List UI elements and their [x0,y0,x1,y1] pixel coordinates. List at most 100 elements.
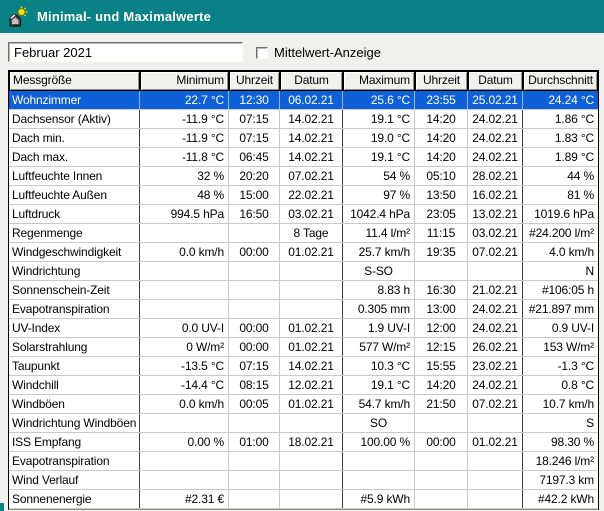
mittelwert-checkbox-row[interactable]: Mittelwert-Anzeige [256,45,381,60]
cell-5-7: 81 % [567,188,594,202]
table-row-19[interactable]: Evapotranspiration 18.246 l/m² [9,452,598,471]
cell-1-6: 24.02.21 [468,110,523,128]
table-row-8[interactable]: Windgeschwindigkeit 0.0 km/h 00:00 01.02.21… [9,243,598,262]
column-header-datum-6[interactable]: Datum [469,72,522,90]
column-header-uhrzeit-5[interactable]: Uhrzeit [416,72,467,90]
cell-0-7: 24.24 °C [548,93,594,107]
cell-19-1 [140,452,229,470]
cell-21-5 [415,490,468,508]
cell-2-4: 19.0 °C [343,129,415,147]
cell-3-7: 1.89 °C [554,150,594,164]
column-header-uhrzeit-2[interactable]: Uhrzeit [230,72,279,90]
cell-0-3: 06.02.21 [280,91,343,109]
cell-15-7: 0.8 °C [561,378,594,392]
minmax-window: Minimal- und Maximalwerte Mittelwert-Anz… [0,0,604,511]
table-row-20[interactable]: Wind Verlauf 7197.3 km [9,471,598,490]
cell-4-6: 28.02.21 [468,167,523,185]
cell-10-7: #106:05 h [541,283,594,297]
cell-13-5: 12:15 [415,338,468,356]
cell-10-1 [140,281,229,299]
cell-11-4: 0.305 mm [343,300,415,318]
cell-11-0: Evapotranspiration [9,300,140,318]
cell-4-7: 44 % [567,169,594,183]
cell-6-4: 1042.4 hPa [343,205,415,223]
cell-7-7: #24.200 l/m² [529,226,594,240]
table-row-14[interactable]: Taupunkt -13.5 °C 07:15 14.02.21 10.3 °C 15:5… [9,357,598,376]
cell-19-4 [343,452,415,470]
table-row-3[interactable]: Dach max. -11.8 °C 06:45 14.02.21 19.1 °C 14:… [9,148,598,167]
cell-5-3: 22.02.21 [280,186,343,204]
cell-13-4: 577 W/m² [343,338,415,356]
cell-21-7: #42.2 kWh [537,492,594,506]
table-row-1[interactable]: Dachsensor (Aktiv) -11.9 °C 07:15 14.02.21 1… [9,110,598,129]
cell-5-1: 48 % [140,186,229,204]
cell-11-3 [280,300,343,318]
cell-19-2 [229,452,280,470]
title-bar[interactable]: Minimal- und Maximalwerte [0,0,604,33]
cell-2-2: 07:15 [229,129,280,147]
table-row-6[interactable]: Luftdruck 994.5 hPa 16:50 03.02.21 1042.4 hP… [9,205,598,224]
table-header-row: Messgröße Minimum Uhrzeit Datum Maximum Uhrze… [9,71,598,91]
column-header-durchschnitt-7[interactable]: Durchschnitt [524,72,597,90]
cell-2-6: 24.02.21 [468,129,523,147]
cell-5-4: 97 % [343,186,415,204]
cell-14-4: 10.3 °C [343,357,415,375]
cell-21-0: Sonnenenergie [9,490,140,508]
cell-20-4 [343,471,415,489]
column-header-datum-3[interactable]: Datum [281,72,342,90]
cell-13-0: Solarstrahlung [9,338,140,356]
cell-12-4: 1.9 UV-I [343,319,415,337]
table-row-21[interactable]: Sonnenenergie #2.31 € #5.9 kWh #42.2 kWh [9,490,598,509]
cell-9-1 [140,262,229,280]
column-header-minimum-1[interactable]: Minimum [141,72,228,90]
cell-11-7: #21.897 mm [528,302,594,316]
cell-15-6: 24.02.21 [468,376,523,394]
cell-10-4: 8.83 h [343,281,415,299]
cell-8-5: 19:35 [415,243,468,261]
cell-20-2 [229,471,280,489]
cell-12-0: UV-Index [9,319,140,337]
cell-3-0: Dach max. [9,148,140,166]
cell-5-5: 13:50 [415,186,468,204]
table-row-5[interactable]: Luftfeuchte Außen 48 % 15:00 22.02.21 97 % 13… [9,186,598,205]
cell-18-4: 100.00 % [343,433,415,451]
month-input[interactable] [8,42,243,62]
cell-17-7: S [586,416,594,430]
mittelwert-checkbox-label: Mittelwert-Anzeige [274,45,381,60]
cell-7-3: 8 Tage [280,224,343,242]
table-row-18[interactable]: ISS Empfang 0.00 % 01:00 18.02.21 100.00 % 00… [9,433,598,452]
cell-14-0: Taupunkt [9,357,140,375]
window-title: Minimal- und Maximalwerte [37,9,212,24]
cell-7-4: 11.4 l/m² [343,224,415,242]
table-row-17[interactable]: Windrichtung Windböen SO S [9,414,598,433]
cell-9-4: S-SO [343,262,415,280]
cell-14-6: 23.02.21 [468,357,523,375]
table-row-10[interactable]: Sonnenschein-Zeit 8.83 h 16:30 21.02.21 #106… [9,281,598,300]
cell-6-7: 1019.6 hPa [534,207,594,221]
cell-2-0: Dach min. [9,129,140,147]
table-row-0[interactable]: Wohnzimmer 22.7 °C 12:30 06.02.21 25.6 °C 23:… [9,91,598,110]
column-header-maximum-4[interactable]: Maximum [344,72,414,90]
table-row-2[interactable]: Dach min. -11.9 °C 07:15 14.02.21 19.0 °C 14:… [9,129,598,148]
cell-20-7: 7197.3 km [539,473,594,487]
cell-17-0: Windrichtung Windböen [9,414,140,432]
table-row-11[interactable]: Evapotranspiration 0.305 mm 13:00 24.02.21 #… [9,300,598,319]
cell-14-7: -1.3 °C [557,359,595,373]
column-header-messgr-e-0[interactable]: Messgröße [10,72,139,90]
table-row-13[interactable]: Solarstrahlung 0 W/m² 00:00 01.02.21 577 W/m… [9,338,598,357]
table-row-7[interactable]: Regenmenge 8 Tage 11.4 l/m² 11:15 03.02.21 #2… [9,224,598,243]
table-row-12[interactable]: UV-Index 0.0 UV-I 00:00 01.02.21 1.9 UV-I 12:… [9,319,598,338]
table-row-9[interactable]: Windrichtung S-SO N [9,262,598,281]
cell-5-0: Luftfeuchte Außen [9,186,140,204]
cell-2-5: 14:20 [415,129,468,147]
cell-4-4: 54 % [343,167,415,185]
table-row-15[interactable]: Windchill -14.4 °C 08:15 12.02.21 19.1 °C 14:… [9,376,598,395]
cell-9-5 [415,262,468,280]
table-row-16[interactable]: Windböen 0.0 km/h 00:05 01.02.21 54.7 km/h 21… [9,395,598,414]
mittelwert-checkbox[interactable] [256,46,268,59]
cell-15-4: 19.1 °C [343,376,415,394]
cell-20-3 [280,471,343,489]
cell-17-6 [468,414,523,432]
table-row-4[interactable]: Luftfeuchte Innen 32 % 20:20 07.02.21 54 % 05… [9,167,598,186]
cell-2-7: 1.83 °C [554,131,594,145]
